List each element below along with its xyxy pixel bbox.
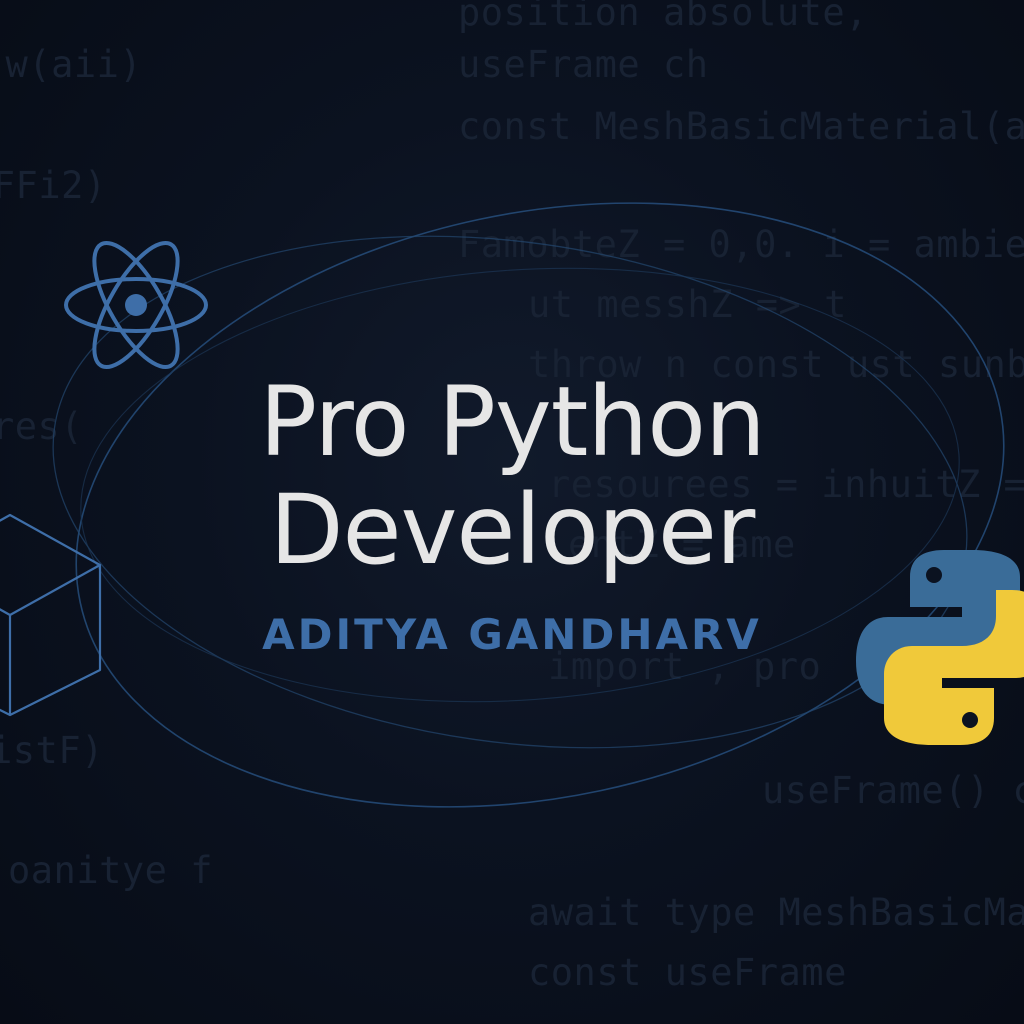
author-name: ADITYA GANDHARV [262,610,762,659]
react-atom-icon [64,241,208,369]
title-line-1: Pro Python [259,366,766,478]
title-line-2: Developer [269,474,756,586]
poster-canvas: position absolute, e w(aii) useFrame ch … [0,0,1024,1024]
poster-title: Pro Python Developer [0,368,1024,584]
